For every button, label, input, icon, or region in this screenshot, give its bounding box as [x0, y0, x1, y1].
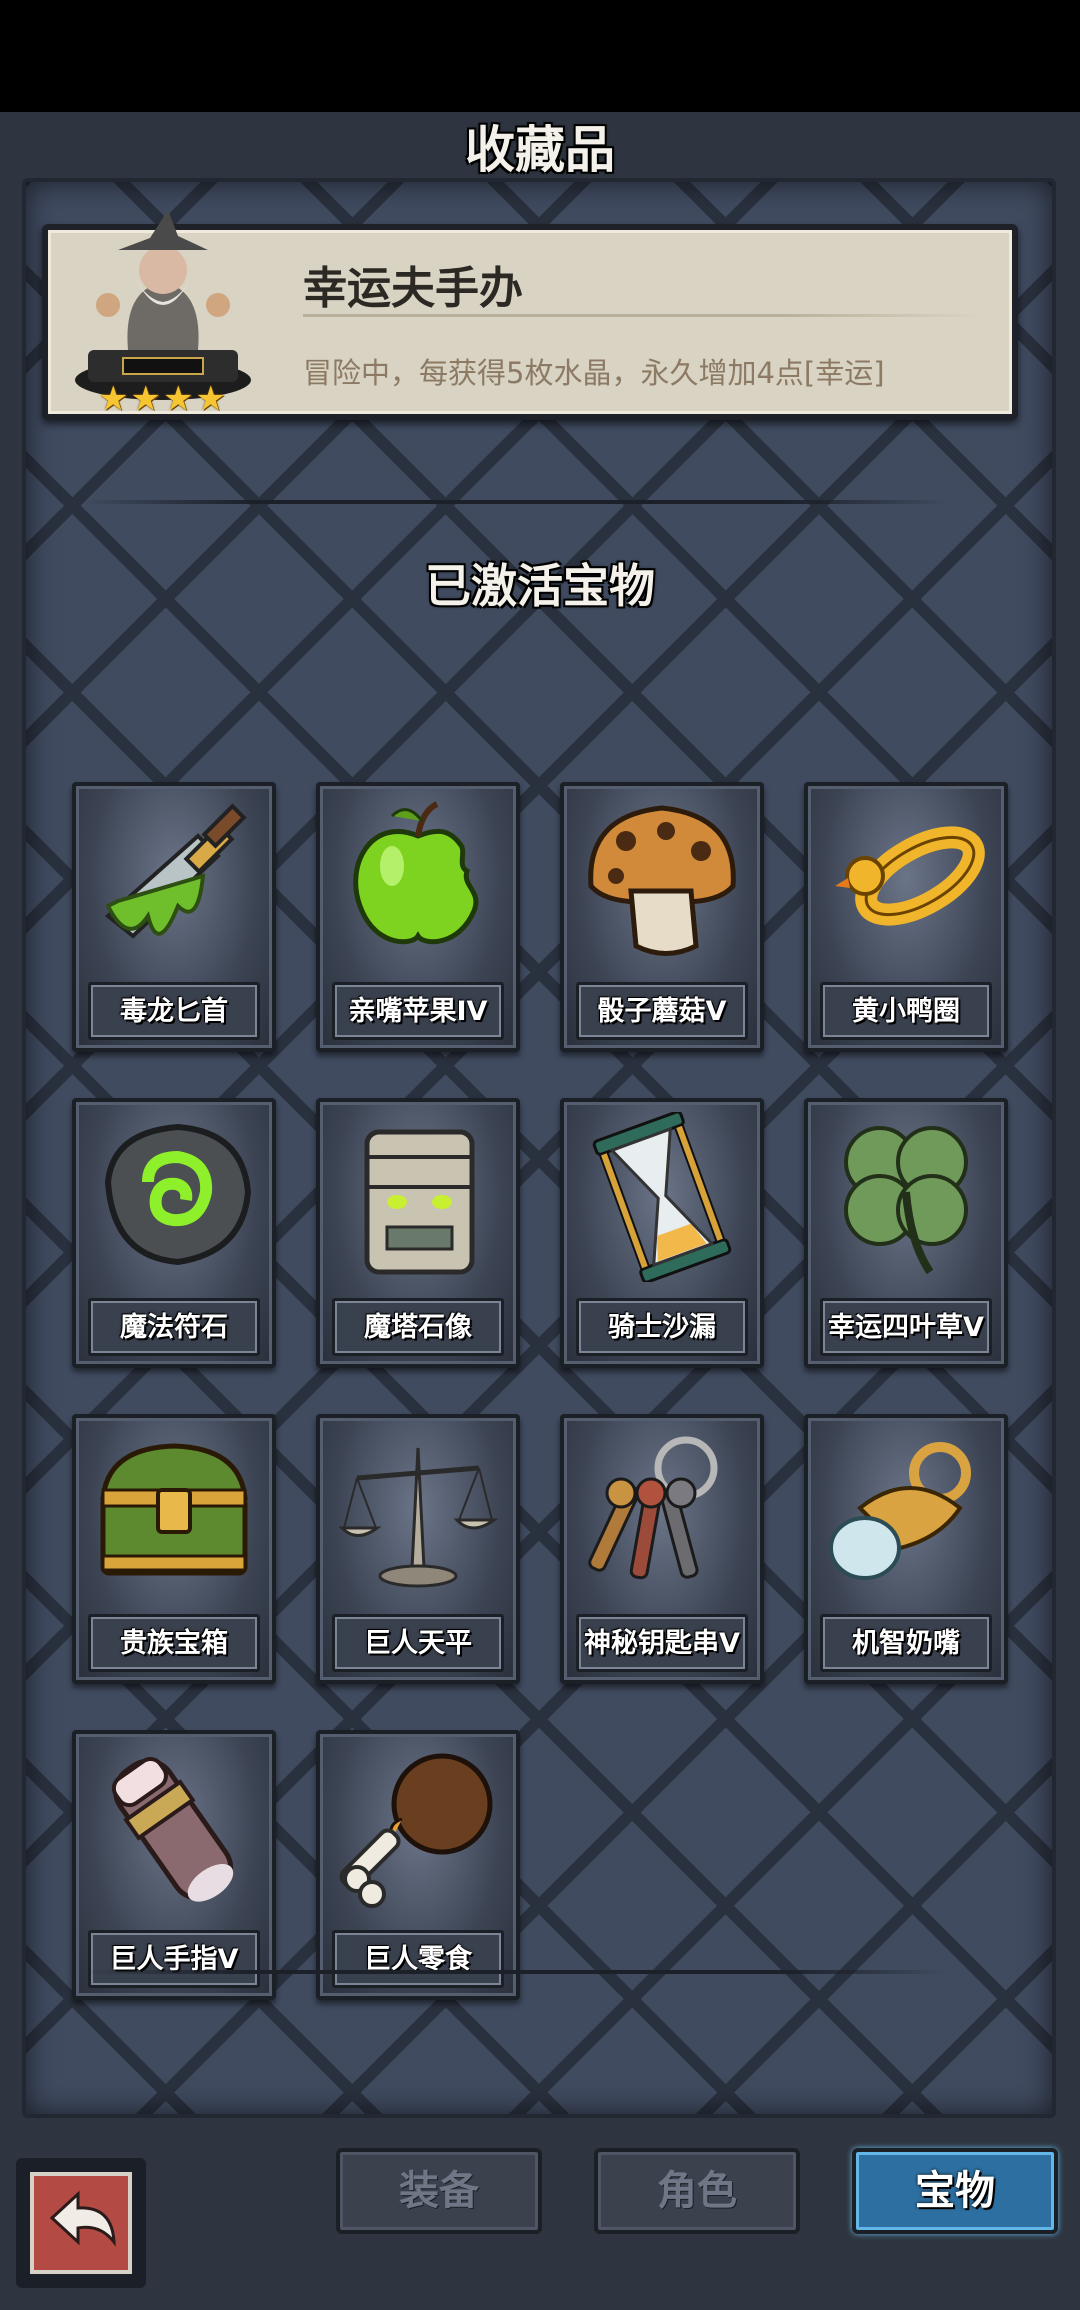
treasure-item[interactable]: 幸运四叶草V — [804, 1098, 1008, 1368]
page-title: 收藏品 — [465, 121, 615, 179]
tower-statue-icon — [364, 1129, 475, 1275]
drumstick-icon — [339, 1753, 493, 1908]
section-title: 已激活宝物 — [425, 559, 655, 613]
treasure-item[interactable]: 巨人天平 — [316, 1414, 520, 1684]
star-icon: ★ — [195, 379, 226, 419]
treasure-label: 魔法符石 — [88, 1298, 260, 1356]
tab-equipment[interactable]: 装备 — [336, 2148, 542, 2234]
treasure-item[interactable]: 魔法符石 — [72, 1098, 276, 1368]
treasure-item[interactable]: 骰子蘑菇V — [560, 782, 764, 1052]
star-icon: ★ — [98, 379, 129, 419]
duck-ring-icon — [835, 826, 985, 926]
treasure-label: 神秘钥匙串V — [576, 1614, 748, 1672]
giant-finger-icon — [111, 1757, 234, 1902]
tab-treasure[interactable]: 宝物 — [852, 2148, 1058, 2234]
treasure-item[interactable]: 亲嘴苹果IV — [316, 782, 520, 1052]
treasure-item[interactable]: 巨人零食 — [316, 1730, 520, 2000]
four-leaf-clover-icon — [844, 1126, 968, 1275]
rune-stone-icon — [104, 1123, 252, 1266]
star-icon: ★ — [130, 379, 161, 419]
treasure-item[interactable]: 巨人手指V — [72, 1730, 276, 2000]
featured-collectible-card[interactable]: ★ ★ ★ ★ 幸运夫手办 冒险中，每获得5枚水晶，永久增加4点[幸运] — [42, 210, 1018, 420]
tab-character[interactable]: 角色 — [594, 2148, 800, 2234]
treasure-item[interactable]: 黄小鸭圈 — [804, 782, 1008, 1052]
treasure-label: 黄小鸭圈 — [820, 982, 992, 1040]
treasure-label: 骰子蘑菇V — [576, 982, 748, 1040]
hourglass-icon — [592, 1112, 732, 1282]
section-divider — [80, 500, 950, 504]
treasure-label: 贵族宝箱 — [88, 1614, 260, 1672]
treasure-label: 骑士沙漏 — [576, 1298, 748, 1356]
treasure-item[interactable]: 贵族宝箱 — [72, 1414, 276, 1684]
treasure-item[interactable]: 毒龙匕首 — [72, 782, 276, 1052]
treasure-item[interactable]: 骑士沙漏 — [560, 1098, 764, 1368]
dice-mushroom-icon — [588, 805, 736, 956]
poison-dagger-icon — [104, 803, 247, 939]
treasure-chest-icon — [100, 1443, 248, 1576]
bitten-apple-icon — [353, 801, 479, 945]
featured-name: 幸运夫手办 — [303, 263, 523, 314]
treasure-label: 巨人零食 — [332, 1930, 504, 1988]
star-icon: ★ — [162, 379, 194, 419]
key-ring-icon — [588, 1436, 718, 1580]
featured-divider — [303, 314, 983, 317]
back-button-face — [30, 2172, 132, 2274]
treasure-label: 亲嘴苹果IV — [332, 982, 504, 1040]
treasure-label: 毒龙匕首 — [88, 982, 260, 1040]
back-arrow-icon — [49, 2190, 116, 2247]
panel-bottom-divider — [80, 1970, 950, 1974]
balance-scale-icon — [338, 1447, 499, 1588]
treasure-label: 魔塔石像 — [332, 1298, 504, 1356]
treasure-label: 幸运四叶草V — [820, 1298, 992, 1356]
treasure-item[interactable]: 神秘钥匙串V — [560, 1414, 764, 1684]
treasure-item[interactable]: 机智奶嘴 — [804, 1414, 1008, 1684]
back-button[interactable] — [16, 2158, 146, 2288]
treasure-item[interactable]: 魔塔石像 — [316, 1098, 520, 1368]
treasure-label: 巨人手指V — [88, 1930, 260, 1988]
featured-description: 冒险中，每获得5枚水晶，永久增加4点[幸运] — [303, 356, 885, 390]
treasure-label: 机智奶嘴 — [820, 1614, 992, 1672]
pacifier-icon — [829, 1442, 971, 1580]
star-rating: ★ ★ ★ ★ — [98, 382, 226, 416]
treasure-label: 巨人天平 — [332, 1614, 504, 1672]
